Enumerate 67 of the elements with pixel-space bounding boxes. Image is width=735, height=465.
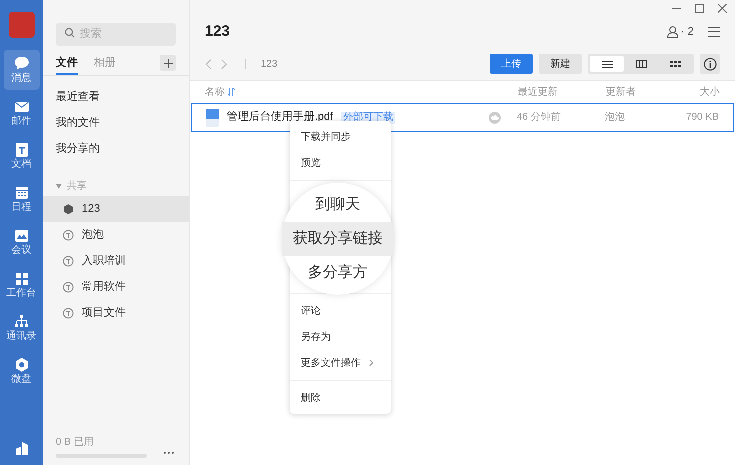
new-button[interactable]: 新建	[539, 54, 582, 74]
view-toggle[interactable]	[590, 56, 624, 72]
search-icon	[65, 28, 75, 38]
rail-item[interactable]: 消息	[4, 50, 40, 90]
envelope-icon	[14, 99, 30, 115]
person-icon	[667, 26, 680, 38]
add-button[interactable]	[160, 55, 176, 71]
table-cell-text: 790 KB	[685, 111, 719, 125]
folder-title: 123	[205, 22, 230, 42]
menu-item[interactable]: 多分享方	[282, 256, 394, 290]
menu-item[interactable]: 更多文件操作	[290, 350, 391, 376]
picture-icon	[14, 228, 30, 244]
columns-icon	[636, 60, 646, 68]
file-name: 管理后台使用手册.pdf	[227, 110, 334, 126]
table-cell-text: 46 分钟前	[517, 110, 562, 125]
table-cell-text: 泡泡	[605, 111, 626, 125]
info-icon	[704, 58, 716, 70]
rail-item[interactable]: 微盘	[4, 351, 40, 391]
nav-item[interactable]: 我的文件	[43, 110, 189, 136]
cube-icon	[63, 204, 74, 214]
upload-button[interactable]: 上传	[490, 54, 533, 74]
plus-icon	[164, 58, 172, 68]
rail-item[interactable]: 文档	[4, 136, 40, 176]
close-icon[interactable]	[718, 4, 727, 13]
hexagon-icon	[14, 357, 30, 373]
menu-item[interactable]: 删除	[290, 385, 391, 411]
shared-folder[interactable]: 项目文件	[43, 300, 189, 326]
buildings-icon[interactable]	[14, 441, 28, 455]
members-button[interactable]: · 2	[667, 24, 694, 40]
caret-icon	[56, 184, 62, 188]
document-icon	[14, 142, 30, 158]
rail-item[interactable]: 通讯录	[4, 308, 40, 348]
shared-folder[interactable]: 常用软件	[43, 274, 189, 300]
info-button[interactable]	[700, 54, 720, 74]
cloud-icon	[489, 112, 501, 124]
menu-icon[interactable]	[708, 27, 720, 37]
grid-icon	[14, 271, 30, 287]
menu-item[interactable]: 评论	[290, 298, 391, 324]
shared-folder[interactable]: 入职培训	[43, 248, 189, 274]
menu-item[interactable]: 另存为	[290, 324, 391, 350]
grid-icon	[670, 60, 680, 68]
folder-share-icon	[63, 230, 74, 240]
folder-share-icon	[63, 256, 74, 266]
search-field[interactable]: 搜索	[56, 22, 176, 46]
nav-item[interactable]: 最近查看	[43, 84, 189, 110]
tab[interactable]: 文件	[56, 55, 78, 75]
file-icon	[206, 108, 219, 126]
menu-item[interactable]: 获取分享链接	[282, 222, 394, 256]
folder-share-icon	[63, 308, 74, 318]
calendar-icon	[14, 185, 30, 201]
sort-icon	[228, 88, 235, 96]
chevron-right-icon	[369, 359, 374, 367]
rail-item[interactable]: 工作台	[4, 265, 40, 305]
menu-item[interactable]: 到聊天	[282, 188, 394, 222]
rail-item[interactable]: 日程	[4, 179, 40, 219]
rail-item[interactable]: 会议	[4, 222, 40, 262]
list-icon	[602, 60, 612, 68]
nav-item[interactable]: 我分享的	[43, 136, 189, 162]
maximize-icon[interactable]	[695, 4, 704, 13]
storage-usage: 0 B 已用	[56, 436, 95, 450]
menu-item[interactable]: 预览	[290, 150, 391, 176]
shared-folder[interactable]: 123	[43, 196, 189, 222]
folder-share-icon	[63, 282, 74, 292]
org-chart-icon	[14, 314, 30, 330]
chat-bubble-icon	[14, 56, 30, 72]
rail-item[interactable]: 邮件	[4, 93, 40, 133]
shared-folder[interactable]: 泡泡	[43, 222, 189, 248]
